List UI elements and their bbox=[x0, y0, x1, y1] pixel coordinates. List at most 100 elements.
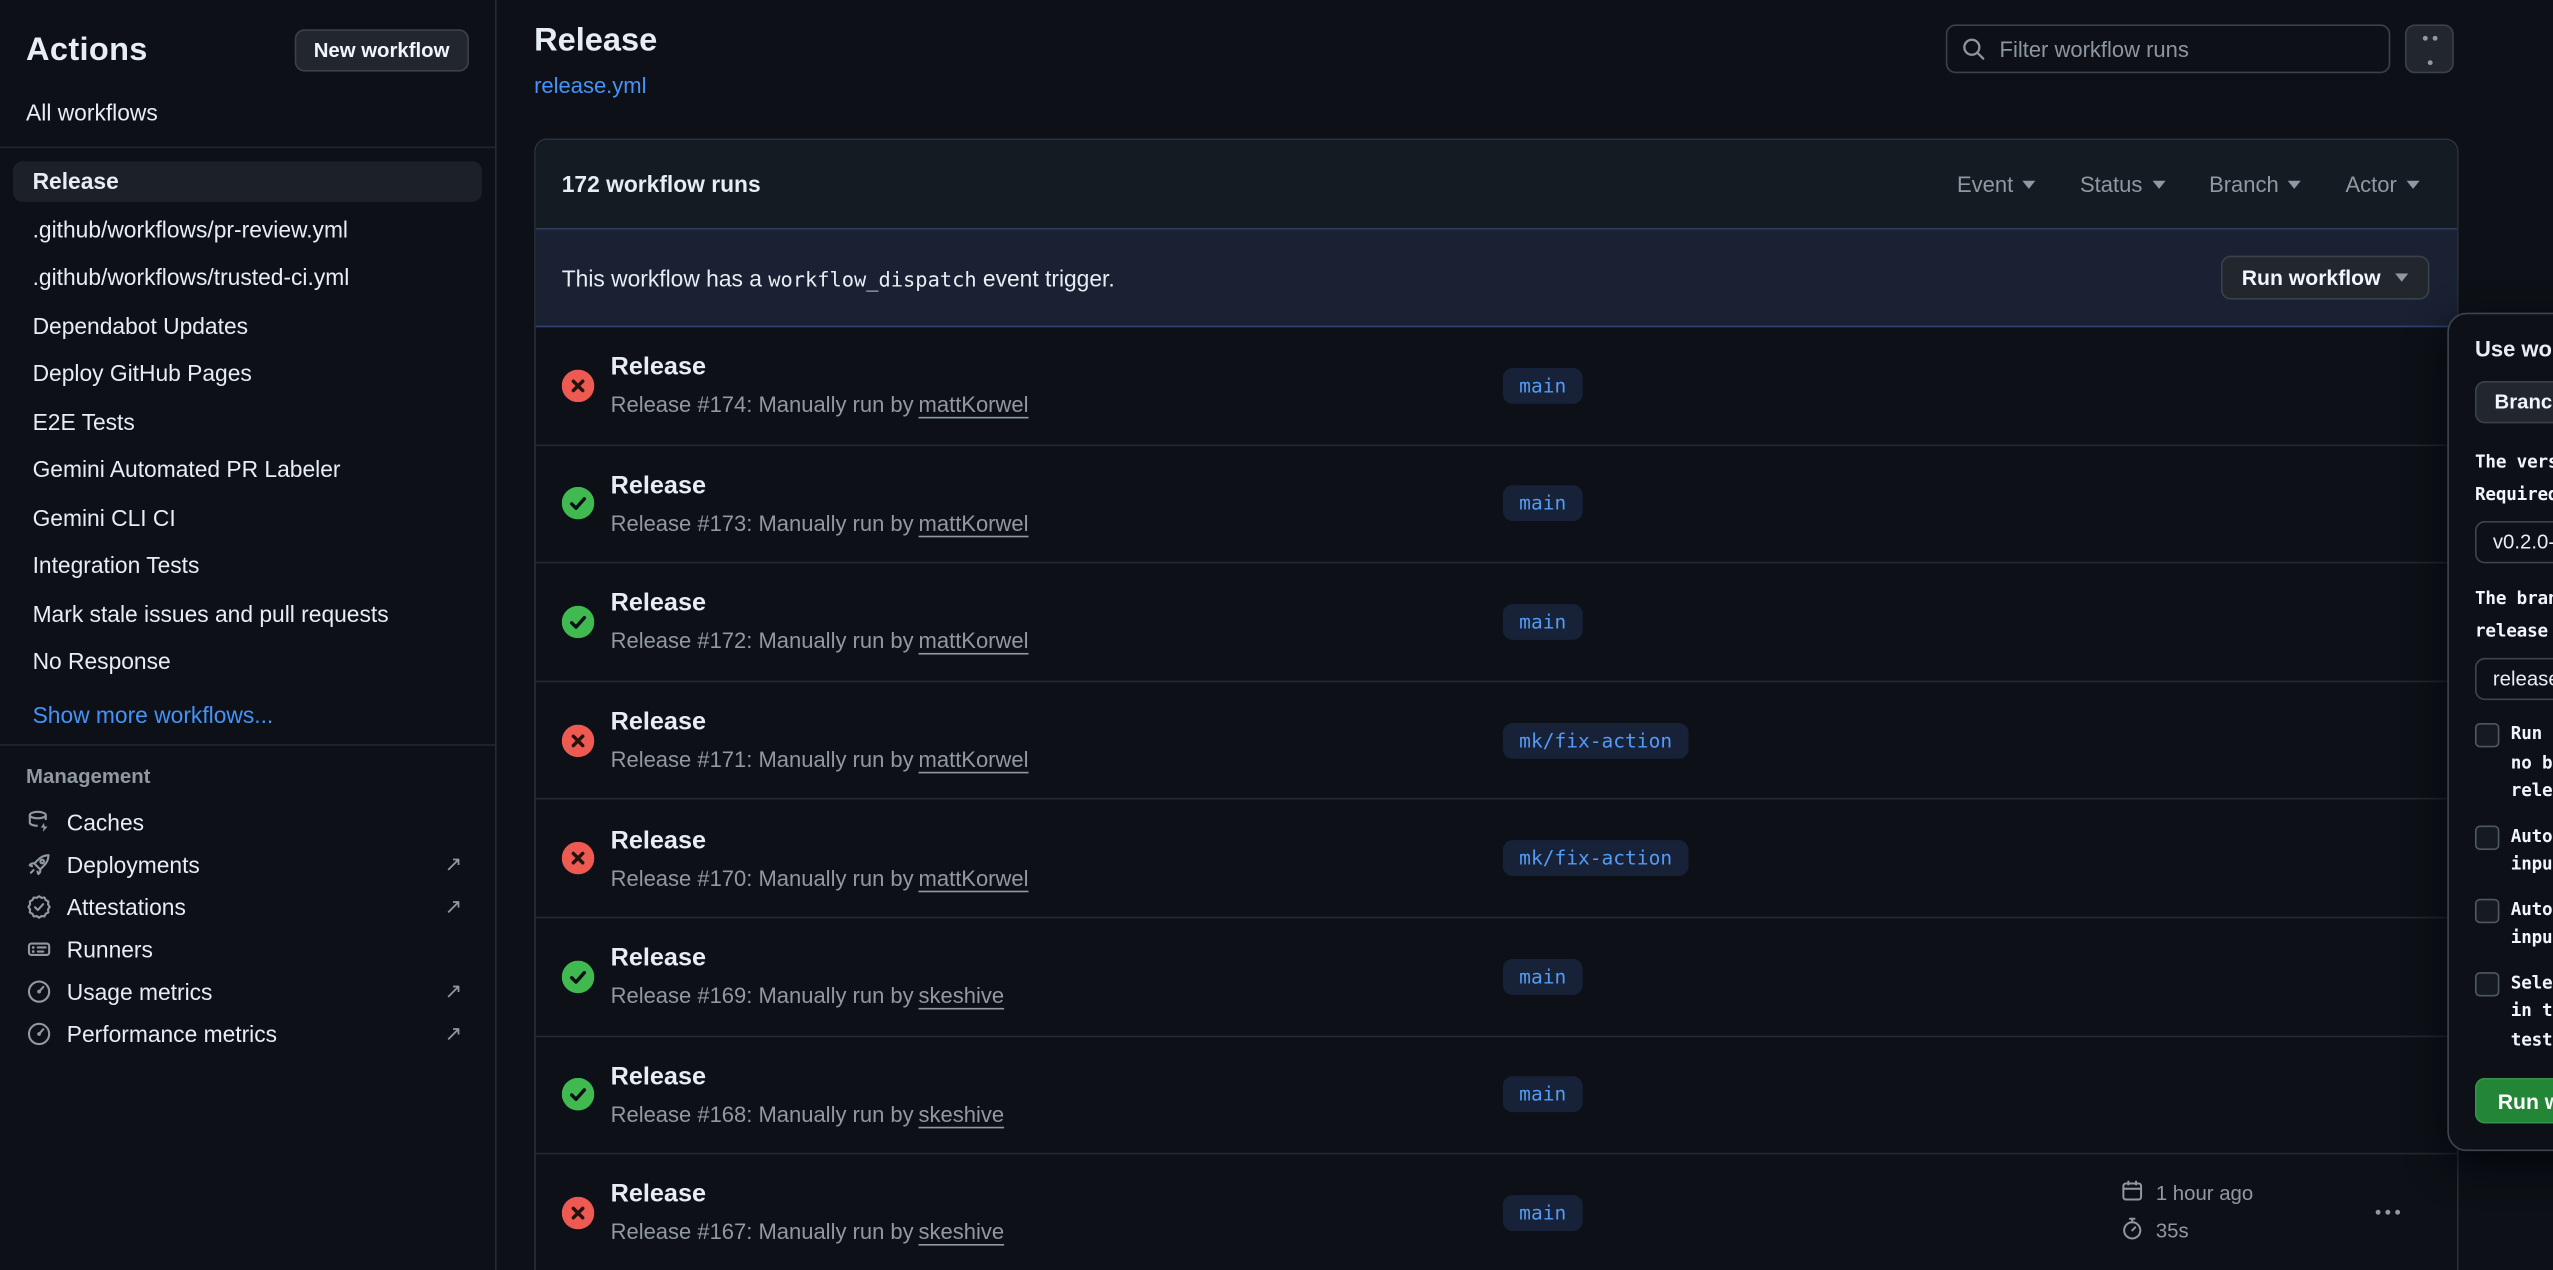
branch-badge[interactable]: main bbox=[1503, 1195, 1583, 1231]
run-text: ReleaseRelease #167: Manually run byskes… bbox=[611, 1181, 1503, 1245]
version-input[interactable] bbox=[2475, 521, 2553, 563]
run-options-button[interactable] bbox=[2372, 1198, 2401, 1226]
run-title-link[interactable]: Release bbox=[611, 590, 1503, 619]
management-section-label: Management bbox=[0, 745, 495, 800]
run-workflow-submit-button[interactable]: Run workflow bbox=[2475, 1078, 2553, 1124]
run-title-link[interactable]: Release bbox=[611, 1181, 1503, 1210]
sidebar-item-workflow[interactable]: No Response bbox=[13, 642, 482, 683]
filter-branch[interactable]: Branch bbox=[2209, 172, 2301, 196]
run-text: Release Release #169: Manually run byskes… bbox=[611, 945, 1503, 1009]
failure-status-icon bbox=[562, 842, 595, 875]
branch-badge[interactable]: main bbox=[1503, 1077, 1583, 1113]
filter-workflow-runs-input[interactable] bbox=[1946, 24, 2391, 73]
branch-badge[interactable]: mk/fix-action bbox=[1503, 840, 1688, 876]
branch-badge[interactable]: main bbox=[1503, 604, 1583, 640]
sidebar-item-workflow[interactable]: Gemini CLI CI bbox=[13, 497, 482, 538]
run-title-link[interactable]: Release bbox=[611, 1063, 1503, 1092]
run-time-cell: 1 hour ago35s bbox=[2050, 1180, 2372, 1247]
run-actor-link[interactable]: skeshive bbox=[919, 1220, 1005, 1244]
run-actor-link[interactable]: mattKorwel bbox=[919, 866, 1029, 890]
workflow-label: No Response bbox=[33, 648, 171, 674]
meter-icon bbox=[26, 978, 52, 1004]
checkbox-label[interactable]: Select to skip the "Run Tests" step in t… bbox=[2511, 968, 2553, 1053]
run-title-link[interactable]: Release bbox=[611, 354, 1503, 383]
workflow-run-row: ReleaseRelease #171: Manually run bymatt… bbox=[536, 682, 2457, 800]
checkbox-label[interactable]: Auto apply the preview release tag, inpu… bbox=[2511, 895, 2553, 952]
workflow-options-button[interactable] bbox=[2405, 24, 2454, 73]
run-branch-cell: main bbox=[1503, 959, 2050, 995]
workflow-file-link[interactable]: release.yml bbox=[534, 73, 646, 97]
branch-selector-button[interactable]: Branch: main bbox=[2475, 381, 2553, 423]
run-description: Release #168: Manually run byskeshive bbox=[611, 1102, 1503, 1126]
filter-actor[interactable]: Actor bbox=[2345, 172, 2419, 196]
run-text: ReleaseRelease #170: Manually run bymatt… bbox=[611, 827, 1503, 891]
run-branch-cell: main bbox=[1503, 604, 2050, 640]
run-actor-link[interactable]: mattKorwel bbox=[919, 748, 1029, 772]
checkbox-label[interactable]: Auto apply the nightly release tag, inpu… bbox=[2511, 821, 2553, 878]
run-title-link[interactable]: Release bbox=[611, 827, 1503, 856]
checkbox[interactable] bbox=[2475, 898, 2499, 922]
management-item-label: Performance metrics bbox=[67, 1020, 277, 1046]
panel-checkbox-row: Run a dry-run of the release process; no… bbox=[2475, 720, 2553, 805]
checkbox[interactable] bbox=[2475, 971, 2499, 995]
external-link-icon: ↗ bbox=[445, 851, 463, 877]
external-link-icon: ↗ bbox=[445, 893, 463, 919]
sidebar-item-workflow[interactable]: Deploy GitHub Pages bbox=[13, 353, 482, 394]
workflow-runs-card: 172 workflow runs EventStatusBranchActor… bbox=[534, 138, 2459, 1270]
filter-event[interactable]: Event bbox=[1957, 172, 2036, 196]
checkbox[interactable] bbox=[2475, 825, 2499, 849]
run-text: ReleaseRelease #172: Manually run bymatt… bbox=[611, 590, 1503, 654]
run-actor-link[interactable]: skeshive bbox=[919, 1102, 1005, 1126]
run-branch-cell: mk/fix-action bbox=[1503, 722, 2050, 758]
sidebar-item-usage-metrics[interactable]: Usage metrics↗ bbox=[0, 970, 495, 1012]
ref-input[interactable] bbox=[2475, 658, 2553, 700]
sidebar-item-all-workflows[interactable]: All workflows bbox=[0, 94, 495, 146]
sidebar: Actions New workflow All workflows Relea… bbox=[0, 0, 497, 1270]
sidebar-item-workflow[interactable]: Gemini Automated PR Labeler bbox=[13, 449, 482, 490]
sidebar-item-deployments[interactable]: Deployments↗ bbox=[0, 843, 495, 885]
workflow-run-row: ReleaseRelease #173: Manually run bymatt… bbox=[536, 445, 2457, 563]
stopwatch-icon bbox=[2120, 1217, 2144, 1246]
sidebar-item-workflow[interactable]: Dependabot Updates bbox=[13, 305, 482, 346]
run-text: Release Release #168: Manually run byskes… bbox=[611, 1063, 1503, 1127]
new-workflow-button[interactable]: New workflow bbox=[294, 29, 469, 71]
workflow-title: Release bbox=[534, 23, 657, 60]
run-actor-link[interactable]: mattKorwel bbox=[919, 629, 1029, 653]
sidebar-item-workflow[interactable]: Mark stale issues and pull requests bbox=[13, 594, 482, 635]
run-branch-cell: main bbox=[1503, 1195, 2050, 1231]
success-status-icon bbox=[562, 1078, 595, 1111]
workflow-run-row: ReleaseRelease #174: Manually run bymatt… bbox=[536, 327, 2457, 445]
sidebar-item-workflow[interactable]: Release bbox=[13, 161, 482, 202]
ref-field-description: The branch or ref (full git sha) to rele… bbox=[2475, 583, 2553, 647]
sidebar-item-workflow[interactable]: Integration Tests bbox=[13, 545, 482, 586]
management-item-label: Attestations bbox=[67, 893, 186, 919]
run-actor-link[interactable]: mattKorwel bbox=[919, 393, 1029, 417]
checkbox-label[interactable]: Run a dry-run of the release process; no… bbox=[2511, 720, 2553, 805]
run-title-link[interactable]: Release bbox=[611, 708, 1503, 737]
show-more-workflows-link[interactable]: Show more workflows... bbox=[0, 696, 495, 743]
filter-status[interactable]: Status bbox=[2080, 172, 2165, 196]
sidebar-item-caches[interactable]: Caches bbox=[0, 800, 495, 842]
branch-badge[interactable]: main bbox=[1503, 486, 1583, 522]
run-title-link[interactable]: Release bbox=[611, 472, 1503, 501]
branch-badge[interactable]: main bbox=[1503, 959, 1583, 995]
checkbox[interactable] bbox=[2475, 723, 2499, 747]
run-description: Release #169: Manually run byskeshive bbox=[611, 984, 1503, 1008]
chevron-down-icon bbox=[2023, 180, 2036, 188]
run-title-link[interactable]: Release bbox=[611, 945, 1503, 974]
run-actor-link[interactable]: mattKorwel bbox=[919, 511, 1029, 535]
branch-badge[interactable]: mk/fix-action bbox=[1503, 722, 1688, 758]
sidebar-item-runners[interactable]: Runners bbox=[0, 927, 495, 969]
sidebar-item-performance-metrics[interactable]: Performance metrics↗ bbox=[0, 1012, 495, 1054]
sidebar-item-workflow[interactable]: E2E Tests bbox=[13, 401, 482, 442]
branch-badge[interactable]: main bbox=[1503, 368, 1583, 404]
workflow-dispatch-code: workflow_dispatch bbox=[768, 266, 976, 290]
search-icon bbox=[1960, 36, 1986, 70]
sidebar-item-workflow[interactable]: .github/workflows/trusted-ci.yml bbox=[13, 257, 482, 298]
sidebar-item-attestations[interactable]: Attestations ↗ bbox=[0, 885, 495, 927]
run-workflow-dropdown-button[interactable]: Run workflow bbox=[2221, 256, 2430, 300]
run-branch-cell: main bbox=[1503, 1077, 2050, 1113]
run-workflow-panel: Use workflow from Branch: main The versi… bbox=[2447, 313, 2553, 1152]
run-actor-link[interactable]: skeshive bbox=[919, 984, 1005, 1008]
sidebar-item-workflow[interactable]: .github/workflows/pr-review.yml bbox=[13, 209, 482, 250]
